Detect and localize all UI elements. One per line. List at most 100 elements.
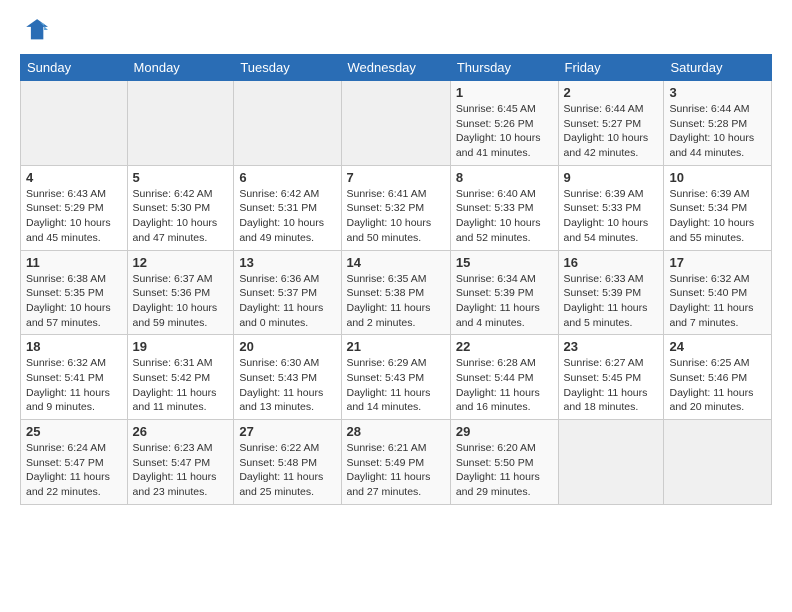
header-row: SundayMondayTuesdayWednesdayThursdayFrid…: [21, 55, 772, 81]
day-cell: 21 Sunrise: 6:29 AM Sunset: 5:43 PM Dayli…: [341, 335, 450, 420]
day-cell: 7Sunrise: 6:41 AM Sunset: 5:32 PM Daylig…: [341, 165, 450, 250]
day-number: 26: [133, 424, 229, 439]
day-info: Sunrise: 6:35 AM Sunset: 5:38 PM Dayligh…: [347, 272, 445, 331]
day-info: Sunrise: 6:33 AM Sunset: 5:39 PM Dayligh…: [564, 272, 659, 331]
day-number: 8: [456, 170, 553, 185]
day-cell: 23Sunrise: 6:27 AM Sunset: 5:45 PM Dayli…: [558, 335, 664, 420]
day-number: 19: [133, 339, 229, 354]
page: SundayMondayTuesdayWednesdayThursdayFrid…: [0, 0, 792, 612]
day-info: Sunrise: 6:27 AM Sunset: 5:45 PM Dayligh…: [564, 356, 659, 415]
day-info: Sunrise: 6:23 AM Sunset: 5:47 PM Dayligh…: [133, 441, 229, 500]
day-cell: 13 Sunrise: 6:36 AM Sunset: 5:37 PM Dayli…: [234, 250, 341, 335]
day-cell: 26 Sunrise: 6:23 AM Sunset: 5:47 PM Dayli…: [127, 420, 234, 505]
day-info: Sunrise: 6:43 AM Sunset: 5:29 PM Dayligh…: [26, 187, 122, 246]
day-info: Sunrise: 6:44 AM Sunset: 5:28 PM Dayligh…: [669, 102, 766, 161]
day-cell: 5 Sunrise: 6:42 AM Sunset: 5:30 PM Daylig…: [127, 165, 234, 250]
col-header-wednesday: Wednesday: [341, 55, 450, 81]
day-cell: 27 Sunrise: 6:22 AM Sunset: 5:48 PM Dayli…: [234, 420, 341, 505]
day-info: Sunrise: 6:42 AM Sunset: 5:30 PM Dayligh…: [133, 187, 229, 246]
day-info: Sunrise: 6:31 AM Sunset: 5:42 PM Dayligh…: [133, 356, 229, 415]
day-info: Sunrise: 6:38 AM Sunset: 5:35 PM Dayligh…: [26, 272, 122, 331]
day-cell: 28 Sunrise: 6:21 AM Sunset: 5:49 PM Dayli…: [341, 420, 450, 505]
day-cell: 29 Sunrise: 6:20 AM Sunset: 5:50 PM Dayli…: [450, 420, 558, 505]
day-cell: 6 Sunrise: 6:42 AM Sunset: 5:31 PM Daylig…: [234, 165, 341, 250]
col-header-sunday: Sunday: [21, 55, 128, 81]
day-number: 6: [239, 170, 335, 185]
day-info: Sunrise: 6:40 AM Sunset: 5:33 PM Dayligh…: [456, 187, 553, 246]
day-cell: 8 Sunrise: 6:40 AM Sunset: 5:33 PM Daylig…: [450, 165, 558, 250]
day-number: 7: [347, 170, 445, 185]
day-cell: 22 Sunrise: 6:28 AM Sunset: 5:44 PM Dayli…: [450, 335, 558, 420]
day-number: 4: [26, 170, 122, 185]
logo-icon: [20, 16, 48, 44]
day-number: 11: [26, 255, 122, 270]
day-number: 24: [669, 339, 766, 354]
day-cell: 1Sunrise: 6:45 AM Sunset: 5:26 PM Daylig…: [450, 81, 558, 166]
day-info: Sunrise: 6:21 AM Sunset: 5:49 PM Dayligh…: [347, 441, 445, 500]
day-info: Sunrise: 6:22 AM Sunset: 5:48 PM Dayligh…: [239, 441, 335, 500]
day-number: 17: [669, 255, 766, 270]
day-cell: 12Sunrise: 6:37 AM Sunset: 5:36 PM Dayli…: [127, 250, 234, 335]
day-cell: 2 Sunrise: 6:44 AM Sunset: 5:27 PM Daylig…: [558, 81, 664, 166]
day-cell: [664, 420, 772, 505]
week-row-5: 25 Sunrise: 6:24 AM Sunset: 5:47 PM Dayli…: [21, 420, 772, 505]
day-number: 12: [133, 255, 229, 270]
day-number: 3: [669, 85, 766, 100]
col-header-monday: Monday: [127, 55, 234, 81]
week-row-3: 11 Sunrise: 6:38 AM Sunset: 5:35 PM Dayli…: [21, 250, 772, 335]
day-info: Sunrise: 6:28 AM Sunset: 5:44 PM Dayligh…: [456, 356, 553, 415]
day-info: Sunrise: 6:20 AM Sunset: 5:50 PM Dayligh…: [456, 441, 553, 500]
day-cell: 9 Sunrise: 6:39 AM Sunset: 5:33 PM Daylig…: [558, 165, 664, 250]
day-cell: [127, 81, 234, 166]
day-info: Sunrise: 6:45 AM Sunset: 5:26 PM Dayligh…: [456, 102, 553, 161]
week-row-2: 4 Sunrise: 6:43 AM Sunset: 5:29 PM Daylig…: [21, 165, 772, 250]
day-info: Sunrise: 6:25 AM Sunset: 5:46 PM Dayligh…: [669, 356, 766, 415]
col-header-saturday: Saturday: [664, 55, 772, 81]
day-number: 21: [347, 339, 445, 354]
day-number: 15: [456, 255, 553, 270]
day-number: 14: [347, 255, 445, 270]
day-cell: 20 Sunrise: 6:30 AM Sunset: 5:43 PM Dayli…: [234, 335, 341, 420]
day-number: 18: [26, 339, 122, 354]
day-cell: 11 Sunrise: 6:38 AM Sunset: 5:35 PM Dayli…: [21, 250, 128, 335]
day-info: Sunrise: 6:24 AM Sunset: 5:47 PM Dayligh…: [26, 441, 122, 500]
day-cell: 18Sunrise: 6:32 AM Sunset: 5:41 PM Dayli…: [21, 335, 128, 420]
day-info: Sunrise: 6:29 AM Sunset: 5:43 PM Dayligh…: [347, 356, 445, 415]
day-info: Sunrise: 6:42 AM Sunset: 5:31 PM Dayligh…: [239, 187, 335, 246]
calendar-table: SundayMondayTuesdayWednesdayThursdayFrid…: [20, 54, 772, 505]
day-number: 29: [456, 424, 553, 439]
col-header-friday: Friday: [558, 55, 664, 81]
day-number: 27: [239, 424, 335, 439]
day-number: 10: [669, 170, 766, 185]
day-cell: 16 Sunrise: 6:33 AM Sunset: 5:39 PM Dayli…: [558, 250, 664, 335]
header: [20, 16, 772, 44]
day-number: 9: [564, 170, 659, 185]
day-cell: [234, 81, 341, 166]
day-cell: [21, 81, 128, 166]
day-info: Sunrise: 6:39 AM Sunset: 5:34 PM Dayligh…: [669, 187, 766, 246]
day-number: 28: [347, 424, 445, 439]
day-cell: 25 Sunrise: 6:24 AM Sunset: 5:47 PM Dayli…: [21, 420, 128, 505]
day-info: Sunrise: 6:32 AM Sunset: 5:40 PM Dayligh…: [669, 272, 766, 331]
day-number: 2: [564, 85, 659, 100]
day-number: 20: [239, 339, 335, 354]
day-number: 25: [26, 424, 122, 439]
day-number: 5: [133, 170, 229, 185]
col-header-tuesday: Tuesday: [234, 55, 341, 81]
day-cell: 3 Sunrise: 6:44 AM Sunset: 5:28 PM Daylig…: [664, 81, 772, 166]
day-info: Sunrise: 6:44 AM Sunset: 5:27 PM Dayligh…: [564, 102, 659, 161]
day-cell: 17 Sunrise: 6:32 AM Sunset: 5:40 PM Dayli…: [664, 250, 772, 335]
day-number: 13: [239, 255, 335, 270]
day-info: Sunrise: 6:34 AM Sunset: 5:39 PM Dayligh…: [456, 272, 553, 331]
day-cell: 15 Sunrise: 6:34 AM Sunset: 5:39 PM Dayli…: [450, 250, 558, 335]
day-cell: 19 Sunrise: 6:31 AM Sunset: 5:42 PM Dayli…: [127, 335, 234, 420]
day-cell: [558, 420, 664, 505]
day-info: Sunrise: 6:36 AM Sunset: 5:37 PM Dayligh…: [239, 272, 335, 331]
day-info: Sunrise: 6:39 AM Sunset: 5:33 PM Dayligh…: [564, 187, 659, 246]
day-number: 22: [456, 339, 553, 354]
logo: [20, 16, 52, 44]
day-cell: 24 Sunrise: 6:25 AM Sunset: 5:46 PM Dayli…: [664, 335, 772, 420]
day-info: Sunrise: 6:30 AM Sunset: 5:43 PM Dayligh…: [239, 356, 335, 415]
day-number: 16: [564, 255, 659, 270]
day-cell: 14 Sunrise: 6:35 AM Sunset: 5:38 PM Dayli…: [341, 250, 450, 335]
